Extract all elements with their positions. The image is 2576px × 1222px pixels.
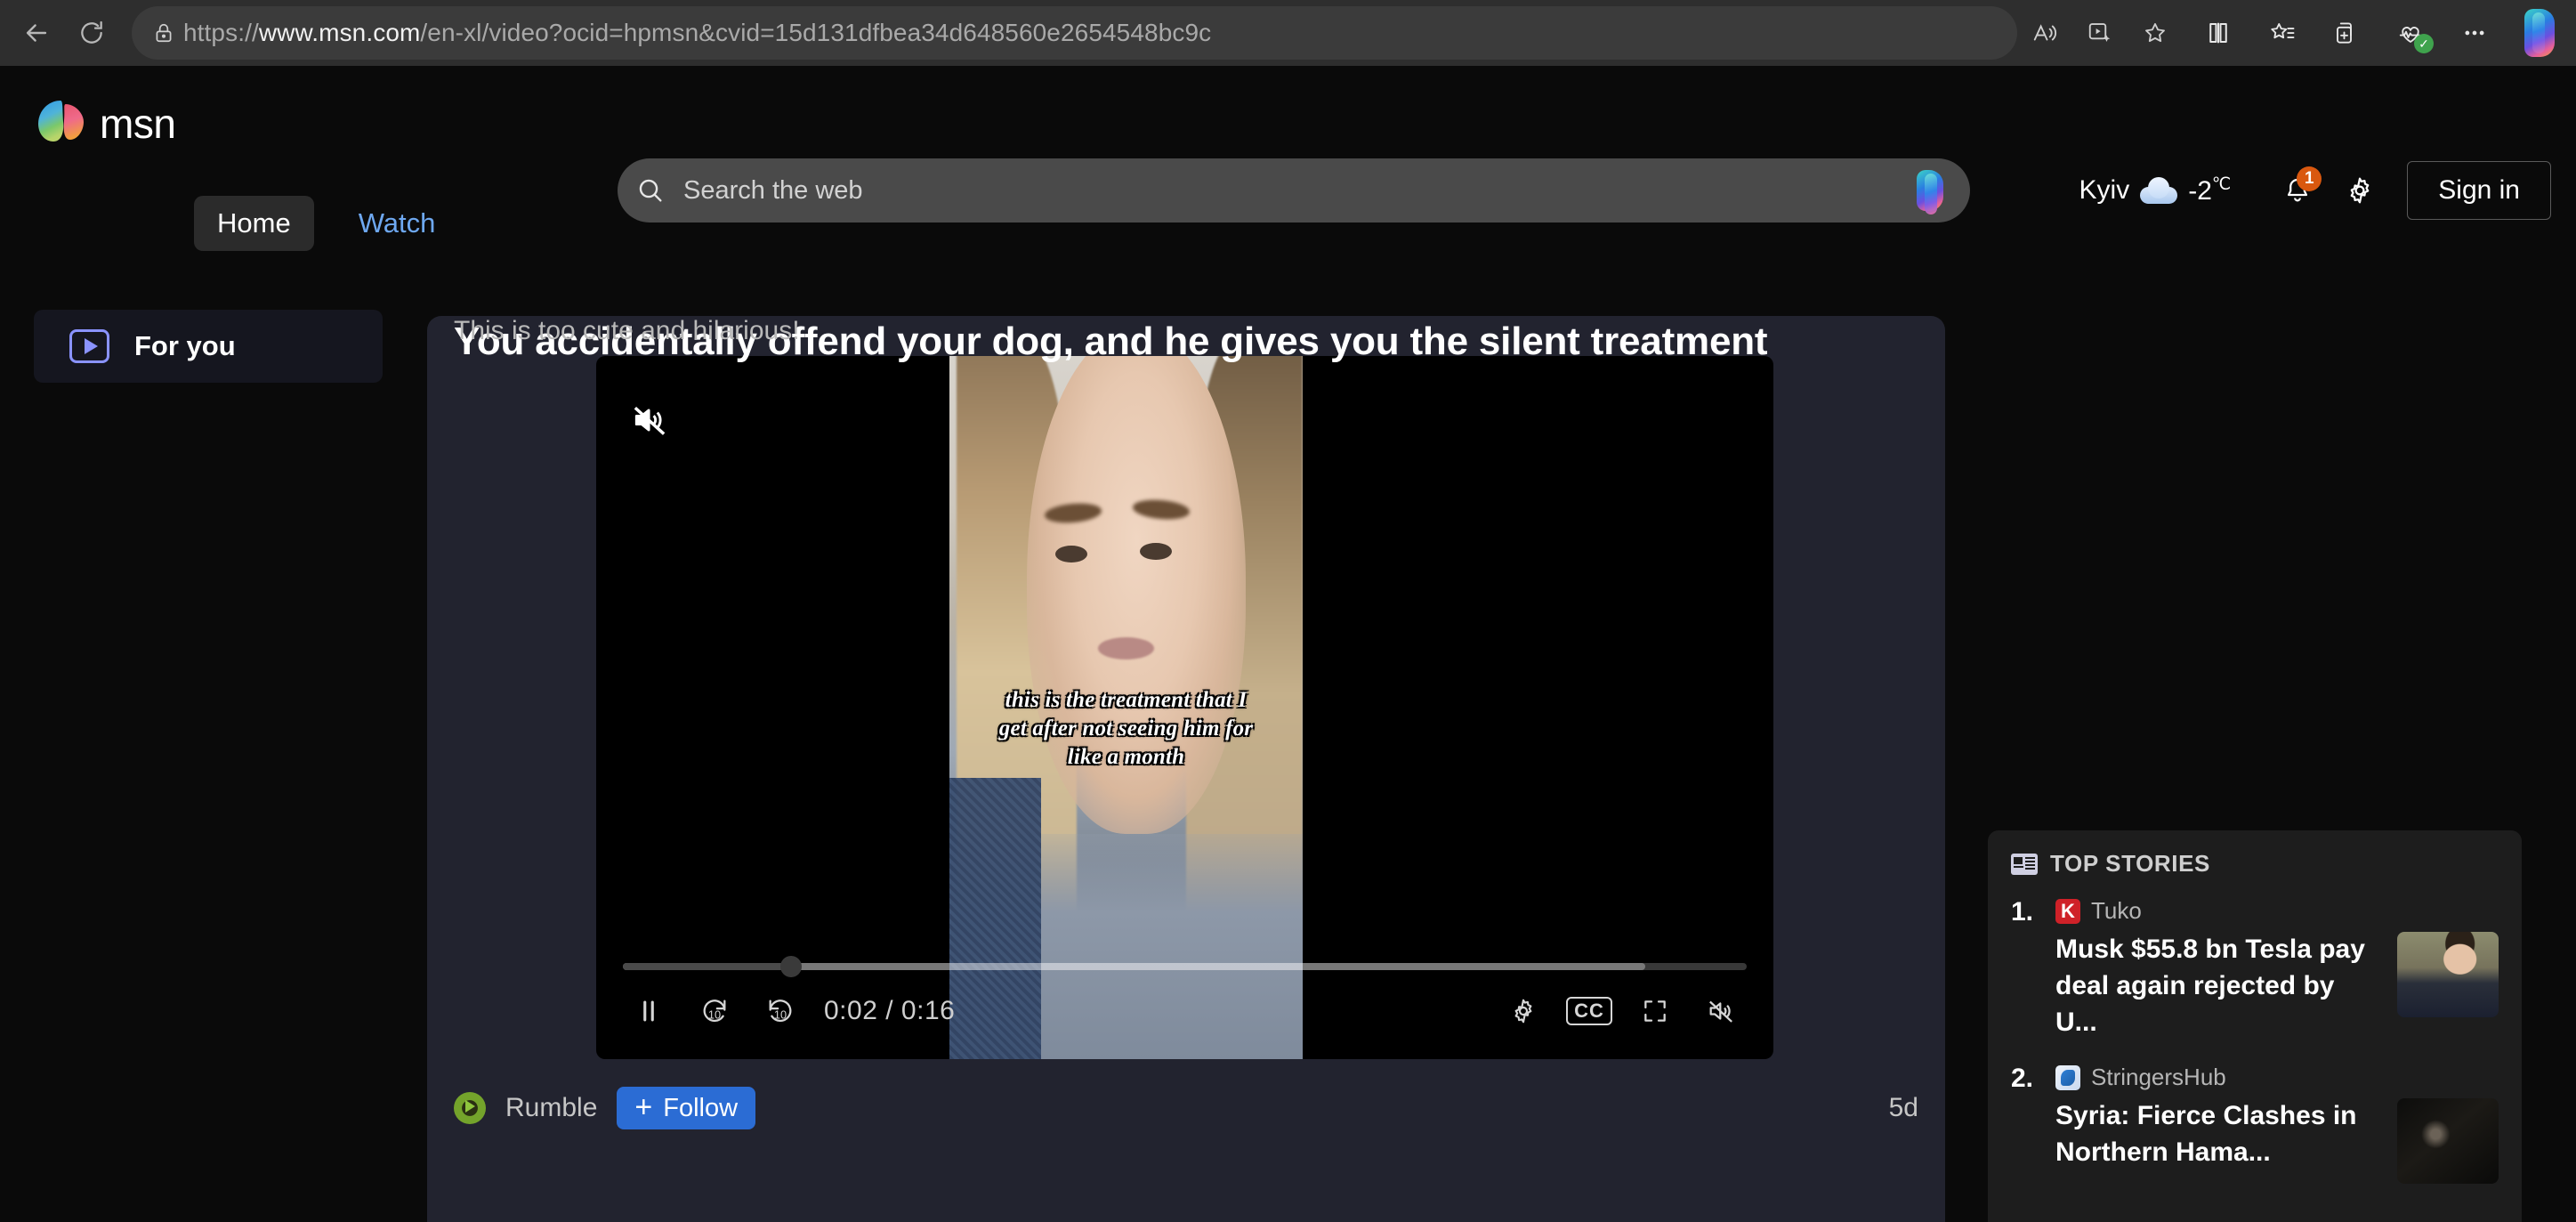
story-headline[interactable]: Musk $55.8 bn Tesla pay deal again rejec… — [2055, 932, 2383, 1040]
fullscreen-icon[interactable] — [1622, 983, 1688, 1040]
back-button[interactable] — [9, 5, 64, 61]
video-card: this is the treatment that I get after n… — [427, 316, 1945, 1222]
video-subtitle: This is too cute and hilarious! — [454, 316, 800, 345]
pause-icon[interactable] — [616, 983, 682, 1040]
video-controls: 10 10 0:02 / 0:16 CC — [616, 983, 1754, 1040]
story-rank: 2. — [2011, 1064, 2034, 1094]
sidebar-item-for-you[interactable]: For you — [34, 310, 383, 383]
video-card-meta: Rumble + Follow 5d — [454, 1083, 1918, 1133]
progress-scrubber-handle[interactable] — [780, 956, 803, 977]
collections-icon[interactable] — [2314, 4, 2378, 62]
plus-icon: + — [634, 1089, 653, 1124]
progress-played — [623, 963, 792, 970]
volume-muted-icon[interactable] — [1688, 983, 1754, 1040]
story-headline[interactable]: Syria: Fierce Clashes in Northern Hama..… — [2055, 1098, 2383, 1171]
progress-track[interactable] — [623, 956, 1747, 977]
video-settings-gear-icon[interactable] — [1490, 983, 1556, 1040]
top-stories-panel: TOP STORIES 1. Tuko Musk $55.8 bn Tesla … — [1988, 830, 2522, 1222]
svg-text:10: 10 — [774, 1008, 787, 1022]
video-progress-bar[interactable] — [623, 956, 1747, 977]
video-source-name[interactable]: Rumble — [505, 1093, 597, 1123]
sidebar-item-label: For you — [134, 330, 236, 361]
top-stories-header: TOP STORIES — [2011, 850, 2499, 878]
newspaper-icon — [2011, 853, 2038, 875]
overlay-line-2: get after not seeing him for — [998, 716, 1254, 741]
story-source: StringersHub — [2055, 1064, 2499, 1091]
msn-butterfly-icon — [34, 97, 93, 150]
video-frame: this is the treatment that I get after n… — [949, 356, 1303, 1059]
story-source-name: Tuko — [2091, 897, 2142, 924]
address-bar-actions — [2017, 6, 2186, 60]
msn-header: msn Search the web Kyiv -2℃ 1 Sign in — [0, 66, 2576, 223]
forward-10-icon[interactable]: 10 — [747, 983, 813, 1040]
video-player[interactable]: this is the treatment that I get after n… — [596, 356, 1773, 1059]
essentials-status-badge: ✓ — [2414, 34, 2434, 53]
follow-label: Follow — [663, 1093, 739, 1122]
notification-count-badge: 1 — [2297, 166, 2322, 191]
video-age: 5d — [1888, 1093, 1918, 1122]
cc-label: CC — [1566, 997, 1612, 1025]
overlay-line-1: this is the treatment that I — [1005, 688, 1248, 713]
top-story-item[interactable]: 1. Tuko Musk $55.8 bn Tesla pay deal aga… — [2011, 897, 2499, 1040]
msn-logo[interactable]: msn — [34, 97, 265, 150]
lock-icon — [144, 21, 183, 45]
story-thumbnail[interactable] — [2397, 932, 2499, 1017]
sidebar: For you — [34, 310, 383, 383]
url-text: https://www.msn.com/en-xl/video?ocid=hpm… — [183, 19, 1212, 46]
browser-essentials-icon[interactable]: ✓ — [2378, 4, 2443, 62]
story-source-name: StringersHub — [2091, 1064, 2226, 1091]
favorites-list-icon[interactable] — [2250, 4, 2314, 62]
follow-button[interactable]: + Follow — [617, 1087, 756, 1129]
story-rank: 1. — [2011, 897, 2034, 927]
refresh-button[interactable] — [64, 5, 119, 61]
read-aloud-icon[interactable] — [2017, 6, 2072, 60]
video-overlay-text: this is the treatment that I get after n… — [964, 686, 1288, 772]
browser-actions: ✓ — [2186, 4, 2576, 62]
rumble-logo-icon — [454, 1092, 486, 1124]
favorite-star-icon[interactable] — [2128, 6, 2183, 60]
overlay-line-3: like a month — [1067, 745, 1185, 770]
story-source: Tuko — [2055, 897, 2499, 925]
rewind-10-icon[interactable]: 10 — [682, 983, 747, 1040]
play-square-icon — [69, 329, 109, 363]
copilot-ribbon — [2524, 9, 2555, 57]
browser-toolbar: https://www.msn.com/en-xl/video?ocid=hpm… — [0, 0, 2576, 66]
top-stories-title: TOP STORIES — [2050, 850, 2210, 877]
split-screen-icon[interactable] — [2186, 4, 2250, 62]
msn-wordmark: msn — [100, 101, 176, 147]
enhance-video-icon[interactable] — [2072, 6, 2128, 60]
stringershub-logo-icon — [2055, 1064, 2080, 1090]
svg-text:10: 10 — [708, 1008, 721, 1022]
tuko-logo-icon — [2055, 898, 2080, 924]
closed-captions-icon[interactable]: CC — [1556, 983, 1622, 1040]
tab-home[interactable]: Home — [194, 196, 314, 251]
copilot-icon[interactable] — [2507, 4, 2572, 62]
video-mute-indicator-icon[interactable] — [630, 401, 669, 444]
tab-watch[interactable]: Watch — [335, 196, 459, 251]
story-thumbnail[interactable] — [2397, 1098, 2499, 1185]
top-story-item[interactable]: 2. StringersHub Syria: Fierce Clashes in… — [2011, 1064, 2499, 1185]
address-bar[interactable]: https://www.msn.com/en-xl/video?ocid=hpm… — [132, 6, 2017, 60]
settings-and-more-icon[interactable] — [2443, 4, 2507, 62]
main-nav-tabs: Home Watch — [0, 194, 2576, 253]
video-time-display: 0:02 / 0:16 — [824, 996, 956, 1025]
